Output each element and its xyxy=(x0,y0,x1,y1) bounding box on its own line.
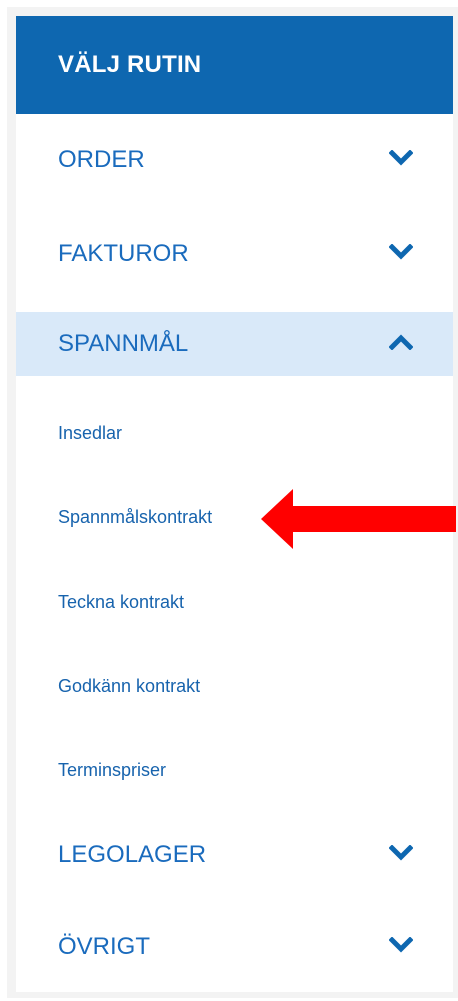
category-fakturor[interactable]: FAKTUROR xyxy=(16,222,453,286)
category-legolager-label: LEGOLAGER xyxy=(58,841,207,868)
chevron-up-icon xyxy=(389,334,413,350)
category-legolager[interactable]: LEGOLAGER xyxy=(16,823,453,887)
submenu-item-godkann-kontrakt[interactable]: Godkänn kontrakt xyxy=(58,675,200,697)
chevron-down-icon xyxy=(389,244,413,260)
menu-header: VÄLJ RUTIN xyxy=(16,16,453,114)
category-order-label: ORDER xyxy=(58,146,145,173)
category-spannmal-label: SPANNMÅL xyxy=(58,330,189,357)
submenu-item-terminspriser[interactable]: Terminspriser xyxy=(58,759,166,781)
submenu-item-spannmalskontrakt[interactable]: Spannmålskontrakt xyxy=(58,506,212,528)
category-spannmal[interactable]: SPANNMÅL xyxy=(16,312,453,376)
chevron-down-icon xyxy=(389,937,413,953)
chevron-down-icon xyxy=(389,845,413,861)
chevron-down-icon xyxy=(389,150,413,166)
category-fakturor-label: FAKTUROR xyxy=(58,240,189,267)
category-ovrigt-label: ÖVRIGT xyxy=(58,933,151,960)
red-arrow-icon xyxy=(261,489,456,549)
category-order[interactable]: ORDER xyxy=(16,128,453,192)
submenu-item-insedlar[interactable]: Insedlar xyxy=(58,422,122,444)
submenu-item-teckna-kontrakt[interactable]: Teckna kontrakt xyxy=(58,591,184,613)
category-ovrigt[interactable]: ÖVRIGT xyxy=(16,915,453,979)
